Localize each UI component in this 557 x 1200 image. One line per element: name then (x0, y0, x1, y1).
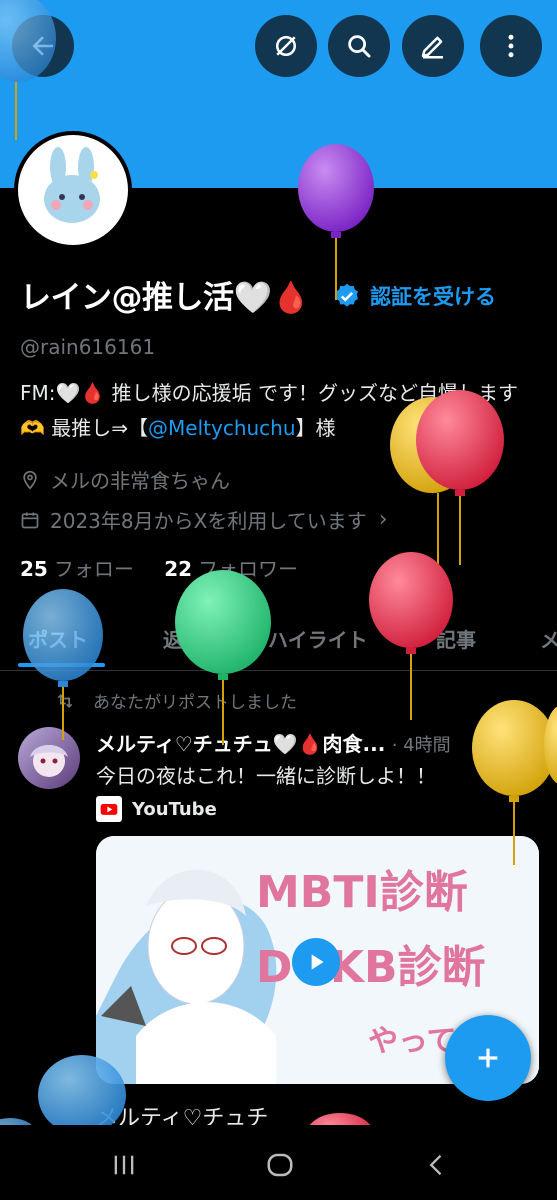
hide-icon (276, 36, 296, 56)
chevron-right-icon: › (378, 507, 388, 532)
search-icon (348, 35, 371, 58)
home-icon (267, 1153, 293, 1177)
post-header: メルティ♡チュチュ🤍🩸肉食... · 4時間 (96, 728, 451, 757)
system-back-button[interactable] (417, 1147, 457, 1183)
bio-text-end: 】様 (295, 416, 336, 440)
thumbnail-title-line2: DOKB診断 (256, 942, 486, 993)
play-button[interactable] (292, 938, 340, 986)
edit-icon (421, 36, 443, 59)
thumbnail-title-line1: MBTI診断 (256, 867, 468, 918)
chevron-left-icon (429, 1154, 442, 1176)
android-navigation-bar (0, 1125, 557, 1200)
tab-posts[interactable]: ポスト (28, 624, 88, 653)
bunny-avatar-image (44, 147, 100, 223)
tab-media[interactable]: メ (540, 624, 557, 653)
post-time: · 4時間 (391, 735, 451, 756)
following-link[interactable]: 25 フォロー (20, 557, 134, 581)
repost-icon (57, 693, 73, 708)
following-count: 25 (20, 557, 48, 581)
home-button[interactable] (260, 1147, 300, 1183)
repost-context: あなたがリポストしました (55, 688, 297, 713)
bio-mention-link[interactable]: @Meltychuchu (148, 416, 296, 440)
joined-text: 2023年8月からXを利用しています (50, 509, 367, 533)
followers-link[interactable]: 22 フォロワー (164, 557, 298, 581)
profile-name: レイン@推し活🤍🩸 (20, 280, 310, 316)
profile-bio: FM:🤍🩸 推し様の応援垢 です！グッズなど自慢します🫶 最推し⇒【@Melty… (20, 376, 540, 446)
play-icon (311, 954, 324, 970)
recent-apps-button[interactable] (104, 1147, 144, 1183)
post-text: 今日の夜はこれ！一緒に診断しよ！！ (96, 764, 436, 788)
get-verified-link[interactable]: 認証を受ける (370, 281, 496, 311)
location-icon (23, 470, 37, 490)
more-button[interactable] (480, 15, 542, 77)
compose-post-button[interactable] (445, 1015, 531, 1101)
profile-joined: 2023年8月からXを利用しています › (20, 505, 388, 534)
search-button[interactable] (328, 15, 390, 77)
repost-context-text: あなたがリポストしました (93, 693, 297, 713)
youtube-icon (96, 796, 122, 822)
followers-count: 22 (164, 557, 193, 581)
profile-avatar[interactable] (14, 131, 132, 249)
more-icon (508, 34, 514, 58)
link-source-label: YouTube (132, 798, 217, 820)
profile-handle: @rain616161 (20, 335, 156, 359)
calendar-icon (21, 512, 39, 528)
hide-button[interactable] (255, 15, 317, 77)
author-avatar-image (30, 745, 68, 777)
edit-button[interactable] (402, 15, 464, 77)
tab-articles[interactable]: 記事 (436, 624, 476, 653)
followers-label: フォロワー (198, 557, 299, 581)
post-author-name[interactable]: メルティ♡チュチュ🤍🩸肉食... (96, 732, 385, 756)
link-source: YouTube (96, 796, 217, 822)
location-text: メルの非常食ちゃん (50, 469, 230, 493)
verified-badge-icon[interactable] (333, 282, 361, 310)
active-tab-indicator (18, 663, 105, 667)
back-button[interactable] (12, 15, 74, 77)
profile-location: メルの非常食ちゃん (20, 465, 230, 494)
back-arrow-icon (32, 36, 53, 56)
tab-highlights[interactable]: ハイライト (268, 624, 368, 653)
following-label: フォロー (53, 557, 134, 581)
tab-replies[interactable]: 返信 (163, 624, 203, 653)
plus-icon (478, 1048, 498, 1068)
post-author-avatar[interactable] (18, 727, 80, 789)
recent-apps-icon (114, 1155, 134, 1175)
follow-stats: 25 フォロー 22 フォロワー (20, 553, 298, 582)
